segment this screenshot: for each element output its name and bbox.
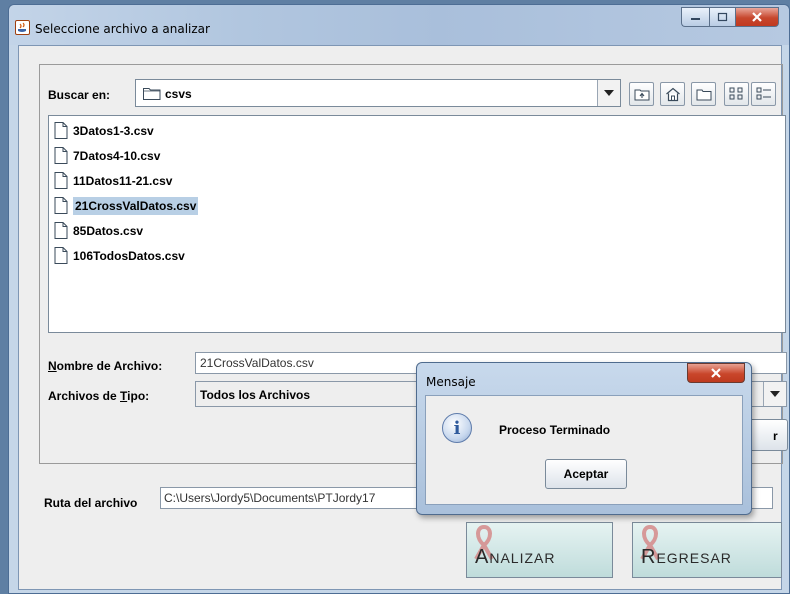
maximize-button[interactable]: [709, 7, 735, 27]
analizar-label: Analizar: [475, 546, 556, 568]
file-name: 85Datos.csv: [73, 223, 144, 238]
file-list-item-selected[interactable]: 21CrossValDatos.csv: [51, 195, 202, 216]
file-name: 7Datos4-10.csv: [73, 148, 161, 163]
dialog-content: i Proceso Terminado Aceptar: [425, 395, 743, 505]
minimize-button[interactable]: [681, 7, 709, 27]
close-icon: [711, 368, 721, 378]
look-in-combo[interactable]: csvs: [135, 79, 621, 107]
file-list-item[interactable]: 85Datos.csv: [51, 220, 147, 241]
filetype-label-rest: ipo:: [127, 389, 150, 403]
regresar-label: Regresar: [641, 546, 732, 568]
file-list-item[interactable]: 7Datos4-10.csv: [51, 145, 164, 166]
filetype-label-prefix: Archivos de: [48, 389, 121, 403]
list-view-icon: [729, 87, 742, 100]
chevron-down-icon: [604, 90, 614, 96]
filetype-value: Todos los Archivos: [200, 388, 311, 402]
message-dialog: Mensaje i Proceso Terminado Aceptar: [416, 362, 752, 515]
file-list-item[interactable]: 106TodosDatos.csv: [51, 245, 189, 266]
file-name: 3Datos1-3.csv: [73, 123, 154, 138]
details-view-button[interactable]: [751, 82, 776, 106]
file-name: 106TodosDatos.csv: [73, 248, 185, 263]
up-folder-button[interactable]: [629, 82, 654, 106]
file-name: 21CrossValDatos.csv: [73, 196, 199, 215]
filetype-dropdown-button[interactable]: [763, 382, 786, 406]
dialog-close-button[interactable]: [687, 363, 745, 383]
file-icon: [54, 172, 68, 189]
home-button[interactable]: [660, 82, 685, 106]
chevron-down-icon: [770, 391, 780, 397]
file-name: 11Datos11-21.csv: [73, 173, 173, 188]
up-folder-icon: [634, 89, 649, 101]
home-icon: [665, 87, 680, 101]
file-list-item[interactable]: 3Datos1-3.csv: [51, 120, 158, 141]
close-button[interactable]: [735, 7, 779, 27]
dialog-title: Mensaje: [426, 375, 476, 389]
details-view-icon: [756, 87, 771, 100]
file-icon: [54, 147, 68, 164]
file-list-item[interactable]: 11Datos11-21.csv: [51, 170, 176, 191]
analizar-button[interactable]: Analizar: [466, 522, 613, 578]
list-view-button[interactable]: [724, 82, 749, 106]
title-bar[interactable]: Seleccione archivo a analizar: [9, 5, 789, 45]
file-icon: [54, 197, 68, 214]
look-in-dropdown-button[interactable]: [597, 80, 620, 106]
look-in-label: Buscar en:: [48, 88, 111, 102]
dialog-message: Proceso Terminado: [499, 423, 611, 437]
file-icon: [54, 247, 68, 264]
minimize-icon: [690, 18, 700, 20]
aceptar-button[interactable]: Aceptar: [545, 459, 627, 489]
maximize-icon: [717, 12, 727, 22]
look-in-value: csvs: [165, 87, 192, 101]
filename-label: Nombre de Archivo:: [48, 359, 162, 373]
window-title: Seleccione archivo a analizar: [35, 22, 210, 36]
file-icon: [54, 122, 68, 139]
new-folder-icon: [696, 89, 711, 100]
filename-label-rest: ombre de Archivo:: [56, 359, 163, 373]
file-icon: [54, 222, 68, 239]
filename-label-accel: N: [48, 359, 57, 373]
info-icon: i: [442, 413, 472, 443]
filetype-label: Archivos de Tipo:: [48, 389, 149, 403]
regresar-button[interactable]: Regresar: [632, 522, 782, 578]
file-list[interactable]: 3Datos1-3.csv 7Datos4-10.csv 11Datos11-2…: [48, 115, 786, 333]
java-icon: [15, 20, 30, 35]
new-folder-button[interactable]: [691, 82, 716, 106]
path-label: Ruta del archivo: [44, 496, 138, 510]
close-icon: [752, 12, 762, 22]
folder-icon: [143, 88, 161, 100]
